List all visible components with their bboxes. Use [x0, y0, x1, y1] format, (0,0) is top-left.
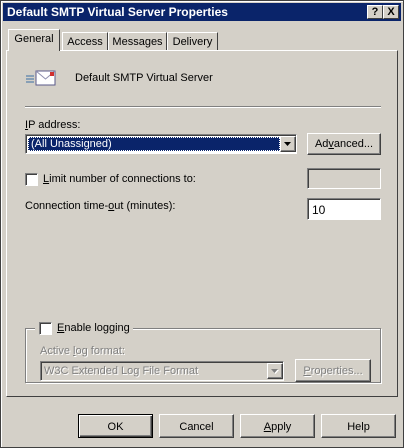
- log-format-dropdown-button[interactable]: [267, 363, 283, 379]
- help-icon: ?: [371, 6, 379, 18]
- advanced-label: Advanced...: [314, 138, 374, 150]
- tab-delivery[interactable]: Delivery: [167, 32, 218, 51]
- ok-label: OK: [107, 421, 124, 433]
- help-button[interactable]: Help: [321, 414, 396, 438]
- help-caption-button[interactable]: ?: [367, 5, 383, 19]
- properties-dialog: Default SMTP Virtual Server Properties ?…: [0, 0, 404, 448]
- logging-legend: Enable logging: [35, 321, 133, 335]
- log-format-label: Active log format:: [40, 345, 125, 357]
- limit-connections-label: Limit number of connections to:: [43, 173, 196, 185]
- ip-dropdown-button[interactable]: [280, 136, 296, 152]
- ip-selected-value: (All Unassigned): [31, 138, 112, 150]
- mail-envelope-icon: [25, 67, 59, 89]
- ip-address-select[interactable]: (All Unassigned): [25, 134, 297, 154]
- enable-logging-checkbox[interactable]: [39, 322, 52, 335]
- tab-messages-label: Messages: [112, 36, 163, 48]
- server-name: Default SMTP Virtual Server: [75, 72, 213, 84]
- apply-button[interactable]: Apply: [240, 414, 315, 438]
- tab-general-label: General: [14, 33, 54, 45]
- properties-label: Properties...: [303, 365, 363, 377]
- limit-connections-input[interactable]: [307, 168, 381, 189]
- window-title: Default SMTP Virtual Server Properties: [7, 5, 228, 19]
- tab-general[interactable]: General: [8, 29, 60, 51]
- cancel-label: Cancel: [179, 421, 214, 433]
- tab-access-label: Access: [67, 36, 103, 48]
- tab-delivery-label: Delivery: [172, 36, 213, 48]
- tab-messages[interactable]: Messages: [108, 32, 167, 51]
- timeout-label: Connection time-out (minutes):: [25, 200, 176, 212]
- separator: [25, 106, 381, 108]
- apply-label: Apply: [263, 421, 292, 433]
- cancel-button[interactable]: Cancel: [159, 414, 234, 438]
- title-bar[interactable]: Default SMTP Virtual Server Properties ?…: [3, 3, 401, 21]
- limit-connections-checkbox[interactable]: [25, 173, 38, 186]
- properties-button[interactable]: Properties...: [295, 359, 371, 382]
- log-format-value: W3C Extended Log File Format: [44, 365, 199, 377]
- tab-access[interactable]: Access: [62, 32, 108, 51]
- enable-logging-label: Enable logging: [57, 322, 130, 334]
- help-label: Help: [347, 421, 370, 433]
- chevron-down-icon: [271, 369, 279, 374]
- close-icon: X: [387, 6, 395, 18]
- close-caption-button[interactable]: X: [383, 5, 399, 19]
- timeout-value: 10: [312, 203, 326, 217]
- ok-button[interactable]: OK: [78, 414, 153, 438]
- ip-selected-highlight: (All Unassigned): [28, 137, 280, 151]
- log-format-select[interactable]: W3C Extended Log File Format: [40, 361, 284, 381]
- timeout-input[interactable]: 10: [307, 198, 381, 220]
- ip-address-label: IP address:: [25, 119, 81, 131]
- advanced-button[interactable]: Advanced...: [307, 133, 381, 155]
- chevron-down-icon: [284, 142, 291, 146]
